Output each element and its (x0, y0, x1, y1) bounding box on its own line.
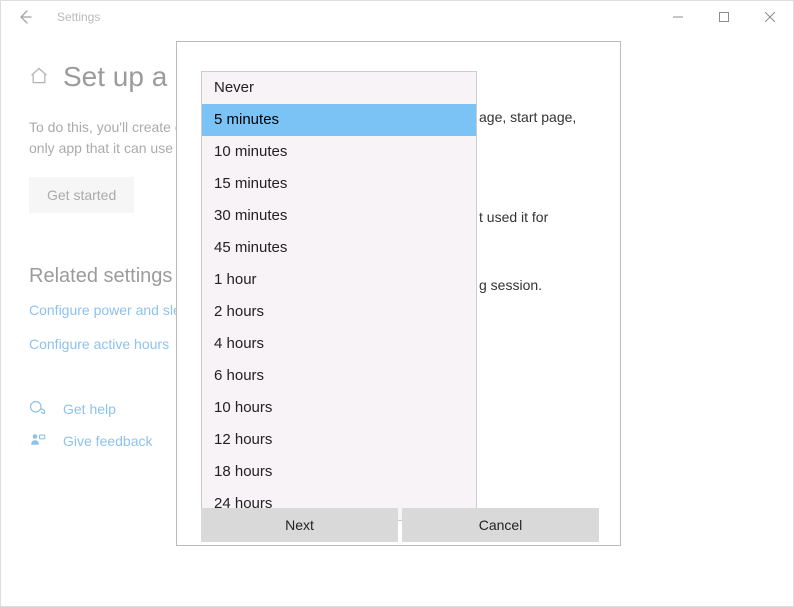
listitem-2-hours[interactable]: 2 hours (202, 296, 476, 328)
listitem-45-minutes[interactable]: 45 minutes (202, 232, 476, 264)
listitem-5-minutes[interactable]: 5 minutes (202, 104, 476, 136)
listitem-18-hours[interactable]: 18 hours (202, 456, 476, 488)
dialog-text-fragment-2: t used it for (479, 209, 548, 225)
dialog-text-fragment-3: g session. (479, 277, 542, 293)
idle-timeout-listbox[interactable]: Never5 minutes10 minutes15 minutes30 min… (201, 71, 477, 521)
listitem-30-minutes[interactable]: 30 minutes (202, 200, 476, 232)
listitem-4-hours[interactable]: 4 hours (202, 328, 476, 360)
listitem-12-hours[interactable]: 12 hours (202, 424, 476, 456)
listitem-1-hour[interactable]: 1 hour (202, 264, 476, 296)
dialog-button-row: Next Cancel (201, 508, 599, 542)
listitem-15-minutes[interactable]: 15 minutes (202, 168, 476, 200)
listitem-never[interactable]: Never (202, 72, 476, 104)
listitem-10-minutes[interactable]: 10 minutes (202, 136, 476, 168)
listitem-10-hours[interactable]: 10 hours (202, 392, 476, 424)
next-button[interactable]: Next (201, 508, 398, 542)
listitem-6-hours[interactable]: 6 hours (202, 360, 476, 392)
dialog-text-fragment-1: age, start page, (479, 109, 576, 125)
cancel-button[interactable]: Cancel (402, 508, 599, 542)
